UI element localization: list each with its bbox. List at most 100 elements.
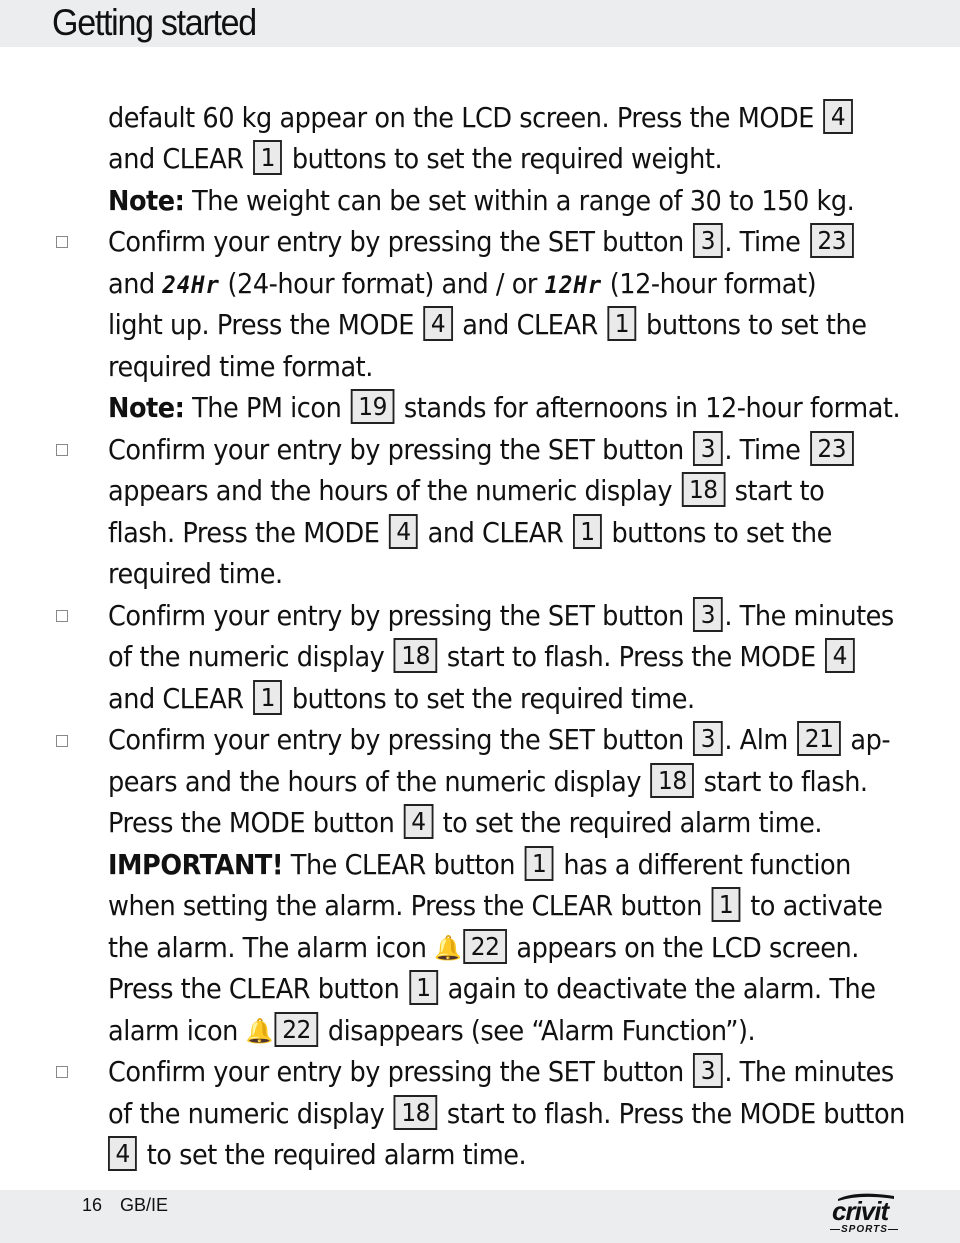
bullet-checkbox-icon xyxy=(56,444,68,456)
text: of the numeric display xyxy=(108,1098,393,1130)
ref-number-box: 4 xyxy=(423,306,453,341)
text: required time. xyxy=(108,558,283,590)
ref-number-box: 4 xyxy=(403,804,434,839)
text: has a different function xyxy=(555,849,851,881)
text: and CLEAR xyxy=(454,309,606,341)
lcd-24hr-glyph: 24Hr xyxy=(162,271,220,299)
text-line: required time. xyxy=(108,554,283,595)
ref-number-box: 1 xyxy=(253,140,283,175)
text: disappears (see “Alarm Function”). xyxy=(320,1015,756,1047)
ref-number-box: 1 xyxy=(408,970,439,1005)
text: when setting the alarm. Press the CLEAR … xyxy=(108,890,710,922)
text-line: Press the MODE button 4 to set the requi… xyxy=(108,803,823,844)
ref-number-box: 3 xyxy=(693,1053,723,1088)
ref-number-box: 1 xyxy=(524,846,554,881)
text: light up. Press the MODE xyxy=(108,309,422,341)
text: start to flash. Press the MODE xyxy=(439,641,824,673)
text-line: Confirm your entry by pressing the SET b… xyxy=(108,430,855,471)
ref-number-box: 18 xyxy=(681,472,726,507)
ref-number-box: 1 xyxy=(711,887,741,922)
note-line: Note: The PM icon 19 stands for afternoo… xyxy=(108,388,901,429)
text-line: and 24Hr (24-hour format) and / or 12Hr … xyxy=(108,264,817,305)
ref-number-box: 23 xyxy=(809,223,854,258)
text: Confirm your entry by pressing the SET b… xyxy=(108,724,692,756)
text: to set the required alarm time. xyxy=(434,807,823,839)
text-line: Confirm your entry by pressing the SET b… xyxy=(108,596,894,637)
text: and xyxy=(108,268,163,300)
text-line: and CLEAR 1 buttons to set the required … xyxy=(108,139,723,180)
ref-number-box: 3 xyxy=(693,597,723,632)
ref-number-box: 4 xyxy=(825,638,855,673)
text: (12-hour format) xyxy=(602,268,817,300)
text-line: required time format. xyxy=(108,347,373,388)
text-line: when setting the alarm. Press the CLEAR … xyxy=(108,886,883,927)
bullet-checkbox-icon xyxy=(56,735,68,747)
text: . Time xyxy=(724,226,809,258)
text: start to xyxy=(726,475,825,507)
ref-number-box: 18 xyxy=(393,1095,438,1130)
text-line: light up. Press the MODE 4 and CLEAR 1 b… xyxy=(108,305,867,346)
text-line: Press the CLEAR button 1 again to deacti… xyxy=(108,969,876,1010)
text-line: default 60 kg appear on the LCD screen. … xyxy=(108,98,855,139)
bullet-checkbox-icon xyxy=(56,610,68,622)
ref-number-box: 19 xyxy=(350,389,395,424)
ref-number-box: 4 xyxy=(108,1136,138,1171)
text: The PM icon xyxy=(184,392,350,424)
important-line: IMPORTANT! The CLEAR button 1 has a diff… xyxy=(108,845,851,886)
text: to set the required alarm time. xyxy=(139,1139,527,1171)
text: and CLEAR xyxy=(420,517,571,549)
ref-number-box: 3 xyxy=(693,721,723,756)
ref-number-box: 1 xyxy=(572,514,602,549)
text: buttons to set the xyxy=(603,517,833,549)
text: default 60 kg appear on the LCD screen. … xyxy=(108,102,822,134)
text: stands for afternoons in 12-hour format. xyxy=(396,392,901,424)
ref-number-box: 22 xyxy=(274,1012,319,1047)
text: Confirm your entry by pressing the SET b… xyxy=(108,434,692,466)
text: The weight can be set within a range of … xyxy=(184,185,855,217)
ref-number-box: 3 xyxy=(693,223,723,258)
ref-number-box: 23 xyxy=(809,431,854,466)
ref-number-box: 22 xyxy=(463,929,507,964)
text: The CLEAR button xyxy=(283,849,523,881)
text: . The minutes xyxy=(724,600,894,632)
text-line: 4 to set the required alarm time. xyxy=(108,1135,527,1176)
ref-number-box: 1 xyxy=(607,306,637,341)
text: (24-hour format) and / or xyxy=(219,268,545,300)
text: flash. Press the MODE xyxy=(108,517,388,549)
text: start to flash. Press the MODE button xyxy=(439,1098,905,1130)
text-line: and CLEAR 1 buttons to set the required … xyxy=(108,679,695,720)
ref-number-box: 18 xyxy=(650,763,695,798)
logo-wordmark: crivit xyxy=(832,1196,889,1226)
page-footer: 16 GB/IE crivit —SPORTS— xyxy=(0,1190,960,1243)
text-line: Confirm your entry by pressing the SET b… xyxy=(108,222,855,263)
text: Confirm your entry by pressing the SET b… xyxy=(108,1056,692,1088)
text-line: of the numeric display 18 start to flash… xyxy=(108,637,856,678)
text: and CLEAR xyxy=(108,143,252,175)
note-label: Note: xyxy=(108,392,185,424)
text-line: appears and the hours of the numeric dis… xyxy=(108,471,825,512)
text: pears and the hours of the numeric displ… xyxy=(108,766,649,798)
text: to activate xyxy=(742,890,883,922)
text: required time format. xyxy=(108,351,373,383)
text: of the numeric display xyxy=(108,641,393,673)
text: appears on the LCD screen. xyxy=(508,932,859,964)
ref-number-box: 4 xyxy=(388,514,419,549)
text: . Alm xyxy=(724,724,796,756)
text: ap- xyxy=(842,724,891,756)
text: buttons to set the xyxy=(638,309,867,341)
text-line: of the numeric display 18 start to flash… xyxy=(108,1094,905,1135)
text: start to flash. xyxy=(695,766,868,798)
text: and CLEAR xyxy=(108,683,252,715)
bell-icon: 🔔 xyxy=(434,934,462,962)
text: alarm icon xyxy=(108,1015,246,1047)
ref-number-box: 21 xyxy=(797,721,841,756)
important-label: IMPORTANT! xyxy=(108,849,284,881)
text-line: pears and the hours of the numeric displ… xyxy=(108,762,868,803)
page-title: Getting started xyxy=(52,2,257,43)
text: appears and the hours of the numeric dis… xyxy=(108,475,680,507)
text-line: alarm icon 🔔 22 disappears (see “Alarm Fu… xyxy=(108,1011,756,1052)
ref-number-box: 4 xyxy=(823,99,853,134)
text: . Time xyxy=(724,434,809,466)
text: Confirm your entry by pressing the SET b… xyxy=(108,600,692,632)
text-line: flash. Press the MODE 4 and CLEAR 1 butt… xyxy=(108,513,832,554)
